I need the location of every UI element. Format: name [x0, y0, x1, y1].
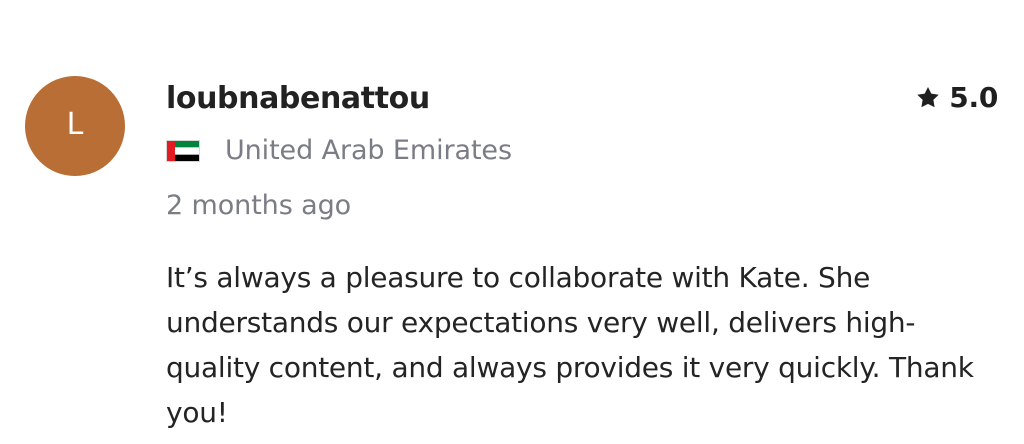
rating: 5.0: [915, 84, 998, 112]
review-timestamp: 2 months ago: [166, 190, 352, 221]
reviewer-username[interactable]: loubnabenattou: [166, 80, 430, 118]
avatar-initial: L: [66, 106, 84, 142]
uae-flag-icon: [166, 139, 200, 162]
reviewer-country: United Arab Emirates: [166, 137, 512, 164]
star-icon: [917, 86, 939, 108]
rating-value: 5.0: [949, 81, 998, 114]
avatar[interactable]: L: [25, 76, 125, 176]
country-name: United Arab Emirates: [225, 135, 512, 166]
review-card: L loubnabenattou 5.0 United Arab Emirate…: [0, 0, 1024, 444]
review-text: It’s always a pleasure to collaborate wi…: [166, 261, 974, 429]
